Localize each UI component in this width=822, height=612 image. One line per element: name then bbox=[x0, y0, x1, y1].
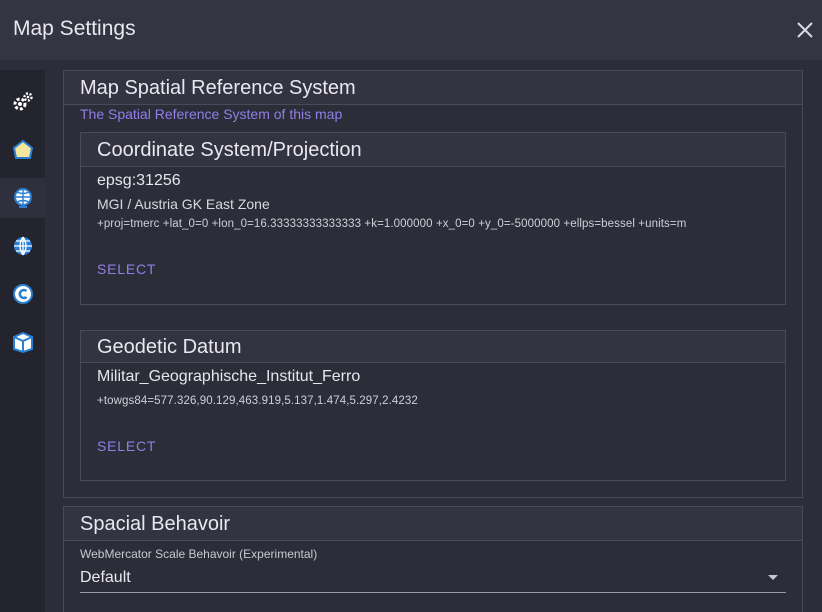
datum-heading: Geodetic Datum bbox=[97, 336, 242, 358]
projection-code: epsg:31256 bbox=[97, 172, 181, 189]
copyright-icon bbox=[12, 284, 33, 304]
close-icon[interactable] bbox=[794, 19, 816, 41]
srs-subtitle: The Spatial Reference System of this map bbox=[80, 106, 343, 122]
sidebar-item-globe[interactable] bbox=[0, 226, 45, 266]
chevron-down-icon[interactable] bbox=[768, 575, 778, 580]
select-projection-button[interactable]: SELECT bbox=[97, 261, 156, 277]
scale-behaviour-value: Default bbox=[80, 569, 131, 586]
map-pin-icon bbox=[12, 139, 33, 159]
projection-heading: Coordinate System/Projection bbox=[97, 139, 362, 161]
globe-grid-icon bbox=[13, 188, 32, 208]
dialog-titlebar: Map Settings bbox=[0, 0, 822, 60]
projection-name: MGI / Austria GK East Zone bbox=[97, 196, 270, 212]
globe-icon bbox=[13, 236, 32, 256]
close-button[interactable] bbox=[794, 19, 816, 41]
srs-heading: Map Spatial Reference System bbox=[80, 77, 356, 99]
behaviour-heading: Spacial Behavoir bbox=[80, 513, 231, 535]
sidebar-item-package[interactable] bbox=[0, 322, 45, 362]
datum-name: Militar_Geographische_Institut_Ferro bbox=[97, 368, 361, 385]
package-icon bbox=[12, 331, 33, 354]
sidebar-item-map[interactable] bbox=[0, 130, 45, 170]
select-datum-button[interactable]: SELECT bbox=[97, 438, 156, 454]
scale-behaviour-select[interactable]: Default bbox=[80, 563, 786, 593]
sidebar-item-srs[interactable] bbox=[0, 178, 45, 218]
projection-proj4: +proj=tmerc +lat_0=0 +lon_0=16.333333333… bbox=[97, 218, 687, 230]
sidebar-item-copyright[interactable] bbox=[0, 274, 45, 314]
settings-sidebar bbox=[0, 70, 45, 612]
dialog-title: Map Settings bbox=[13, 17, 136, 40]
sidebar-item-general[interactable] bbox=[0, 82, 45, 122]
gears-icon bbox=[13, 92, 33, 111]
datum-towgs84: +towgs84=577.326,90.129,463.919,5.137,1.… bbox=[97, 395, 418, 407]
scale-behaviour-label: WebMercator Scale Behavoir (Experimental… bbox=[80, 547, 318, 561]
